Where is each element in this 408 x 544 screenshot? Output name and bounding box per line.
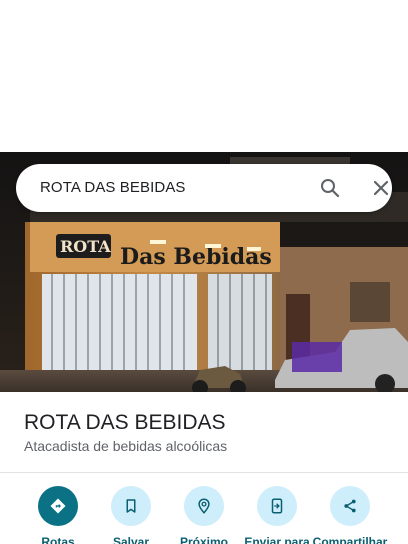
share-icon [344, 499, 356, 513]
place-category: Atacadista de bebidas alcoólicas [24, 438, 228, 454]
map-top-area [0, 0, 408, 152]
search-icon[interactable] [318, 176, 342, 200]
svg-text:ROTA: ROTA [60, 237, 111, 256]
share-label: Compartilhar [312, 535, 388, 544]
action-bar: Rotas Salvar Próximo Enviar para Compart… [0, 473, 408, 544]
directions-label: Rotas [41, 535, 75, 544]
search-input[interactable]: ROTA DAS BEBIDAS [40, 179, 186, 196]
nearby-label: Próximo [179, 535, 228, 544]
send-to-phone-label: Enviar para [244, 535, 310, 544]
directions-icon [50, 498, 66, 514]
send-to-phone-button[interactable]: Enviar para [237, 486, 317, 544]
bookmark-icon [126, 499, 136, 513]
save-label: Salvar [112, 535, 150, 544]
close-icon[interactable] [369, 176, 393, 200]
place-title: ROTA DAS BEBIDAS [24, 411, 226, 434]
nearby-button[interactable]: Próximo [164, 486, 244, 544]
place-info: ROTA DAS BEBIDAS Atacadista de bebidas a… [0, 392, 408, 472]
share-button[interactable]: Compartilhar [310, 486, 390, 544]
nearby-icon [198, 498, 210, 514]
directions-button[interactable]: Rotas [18, 486, 98, 544]
send-to-phone-icon [271, 498, 283, 514]
search-bar[interactable]: ROTA DAS BEBIDAS [16, 164, 392, 212]
save-button[interactable]: Salvar [91, 486, 171, 544]
